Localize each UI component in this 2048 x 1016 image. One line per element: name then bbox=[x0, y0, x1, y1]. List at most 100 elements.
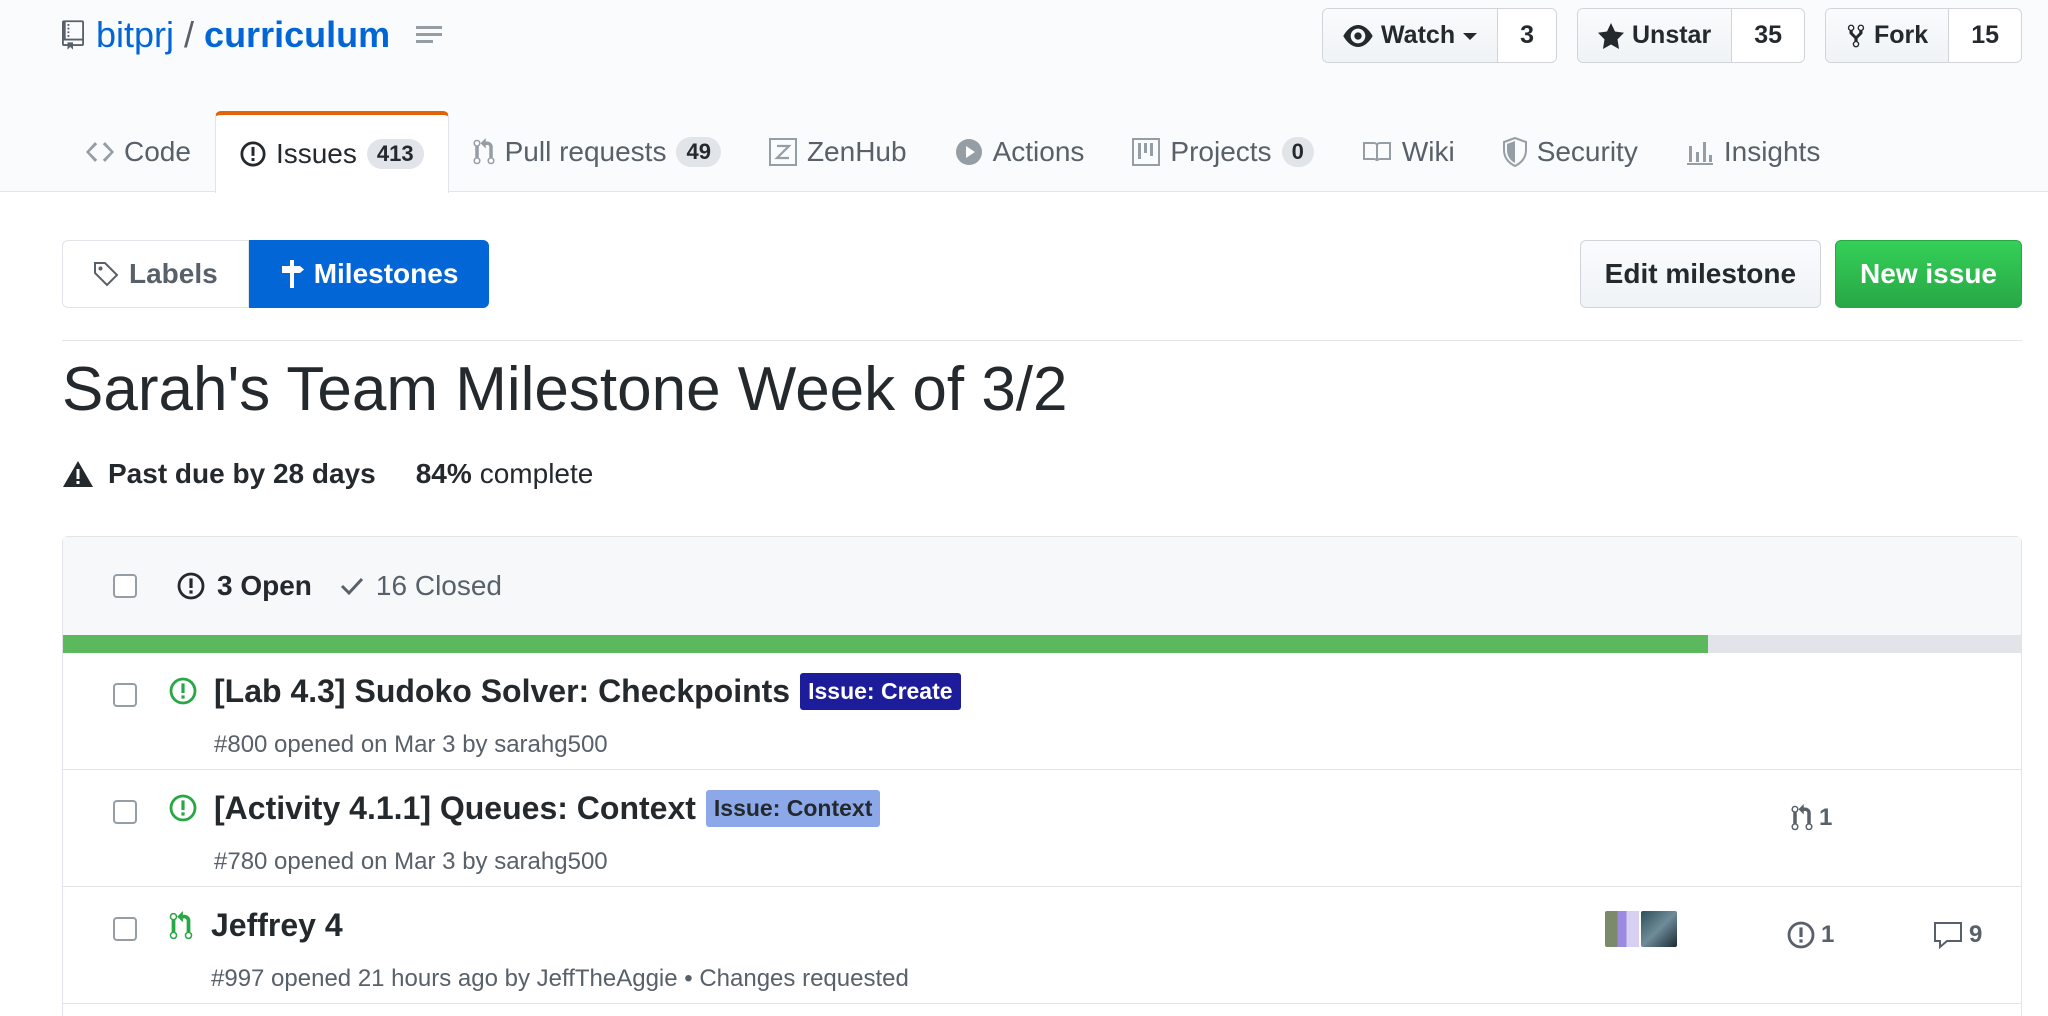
labels-milestones-subnav: Labels Milestones bbox=[62, 240, 490, 308]
pr-title-row: Jeffrey 4 bbox=[211, 907, 343, 944]
tab-actions-label: Actions bbox=[992, 136, 1085, 167]
tab-pull-requests-label: Pull requests bbox=[504, 136, 667, 167]
milestones-label: Milestones bbox=[313, 258, 459, 289]
milestone-progress-bar bbox=[63, 635, 2021, 653]
milestones-link[interactable]: Milestones bbox=[248, 240, 490, 308]
tab-security[interactable]: Security bbox=[1479, 112, 1662, 192]
tab-insights[interactable]: Insights bbox=[1662, 112, 1845, 192]
shield-icon bbox=[1502, 137, 1527, 167]
tab-security-label: Security bbox=[1536, 136, 1638, 167]
caret-down-icon bbox=[1463, 32, 1478, 40]
issue-meta: #780 opened on Mar 3 by sarahg500 bbox=[214, 848, 608, 875]
tab-zenhub[interactable]: ZenHub bbox=[745, 112, 931, 192]
play-icon bbox=[955, 139, 982, 165]
star-icon bbox=[1598, 22, 1624, 49]
graph-icon bbox=[1686, 142, 1713, 165]
star-count[interactable]: 35 bbox=[1732, 9, 1804, 62]
edit-milestone-button[interactable]: Edit milestone bbox=[1579, 240, 1822, 308]
tab-wiki-label: Wiki bbox=[1401, 136, 1455, 167]
comments-link[interactable]: 9 bbox=[1933, 921, 1982, 949]
tab-pull-requests[interactable]: Pull requests 49 bbox=[449, 112, 745, 192]
star-button-group: Unstar 35 bbox=[1577, 8, 1805, 63]
tab-actions[interactable]: Actions bbox=[931, 112, 1109, 192]
issue-checkbox[interactable] bbox=[113, 800, 137, 824]
repo-title: bitprj / curriculum bbox=[62, 14, 443, 56]
alert-icon bbox=[63, 461, 93, 487]
open-count: 3 Open bbox=[217, 570, 312, 601]
repo-owner-link[interactable]: bitprj bbox=[96, 14, 174, 56]
labels-link[interactable]: Labels bbox=[62, 240, 249, 308]
repo-header: bitprj / curriculum Watch 3 Unstar 35 Fo… bbox=[0, 0, 2048, 193]
watch-button[interactable]: Watch bbox=[1323, 9, 1499, 62]
tab-issues[interactable]: Issues 413 bbox=[214, 111, 449, 193]
tab-issues-label: Issues bbox=[275, 138, 357, 169]
issue-opened-icon bbox=[240, 141, 266, 167]
issue-title-row: [Activity 4.1.1] Queues: Context Issue: … bbox=[214, 790, 881, 827]
watch-count[interactable]: 3 bbox=[1498, 9, 1556, 62]
linked-issue-count: 1 bbox=[1821, 921, 1835, 948]
issue-row[interactable]: [Lab 4.3] Sudoko Solver: Checkpoints Iss… bbox=[63, 653, 2021, 770]
pagehead-actions: Watch 3 Unstar 35 Fork 15 bbox=[1322, 8, 2022, 63]
tab-code[interactable]: Code bbox=[62, 112, 215, 192]
fork-count[interactable]: 15 bbox=[1949, 9, 2021, 62]
issues-list: 3 Open 16 Closed [Lab 4.3] Sudoko Solver… bbox=[62, 536, 2022, 1016]
tab-wiki[interactable]: Wiki bbox=[1338, 112, 1479, 192]
pr-title-link[interactable]: Jeffrey 4 bbox=[211, 907, 343, 944]
issue-checkbox[interactable] bbox=[113, 917, 137, 941]
eye-icon bbox=[1343, 24, 1373, 47]
issue-row[interactable]: [Activity 4.1.1] Queues: Context Issue: … bbox=[63, 770, 2021, 887]
tab-zenhub-label: ZenHub bbox=[806, 136, 907, 167]
fork-button[interactable]: Fork bbox=[1826, 9, 1950, 62]
repo-name-link[interactable]: curriculum bbox=[204, 14, 390, 56]
issue-title-link[interactable]: [Activity 4.1.1] Queues: Context bbox=[214, 790, 696, 827]
issue-opened-icon bbox=[1787, 921, 1815, 949]
issue-checkbox[interactable] bbox=[113, 683, 137, 707]
closed-count: 16 Closed bbox=[375, 570, 503, 601]
repo-forked-icon bbox=[1847, 24, 1865, 47]
issue-label[interactable]: Issue: Create bbox=[800, 673, 961, 710]
issue-label[interactable]: Issue: Context bbox=[705, 790, 881, 827]
reviewer-avatars[interactable] bbox=[1603, 909, 1679, 949]
milestone-icon bbox=[281, 260, 304, 288]
tab-projects-label: Projects bbox=[1170, 136, 1272, 167]
check-icon bbox=[340, 577, 364, 596]
select-all-checkbox[interactable] bbox=[113, 574, 137, 598]
linked-pr-count: 1 bbox=[1819, 804, 1833, 831]
fork-button-group: Fork 15 bbox=[1825, 8, 2022, 63]
watch-label: Watch bbox=[1381, 21, 1456, 49]
comment-icon bbox=[1934, 922, 1962, 949]
avatar[interactable] bbox=[1603, 909, 1643, 949]
issue-opened-icon bbox=[169, 794, 197, 822]
divider bbox=[62, 340, 2022, 341]
issues-list-header: 3 Open 16 Closed bbox=[63, 537, 2021, 635]
projects-counter: 0 bbox=[1281, 137, 1314, 167]
git-pull-request-icon bbox=[1791, 804, 1813, 831]
open-issues-filter[interactable]: 3 Open bbox=[177, 570, 312, 602]
linked-issues[interactable]: 1 bbox=[1787, 921, 1834, 949]
list-menu-icon[interactable] bbox=[416, 24, 443, 46]
unstar-button[interactable]: Unstar bbox=[1578, 9, 1733, 62]
zenhub-icon bbox=[768, 138, 797, 166]
issue-opened-icon bbox=[177, 572, 205, 600]
labels-label: Labels bbox=[129, 258, 218, 289]
avatar[interactable] bbox=[1639, 909, 1679, 949]
closed-issues-filter[interactable]: 16 Closed bbox=[340, 570, 502, 602]
milestone-title: Sarah's Team Milestone Week of 3/2 bbox=[62, 355, 1068, 424]
issue-row[interactable]: Jeffrey 4 #997 opened 21 hours ago by Je… bbox=[63, 887, 2021, 1004]
book-icon bbox=[1362, 142, 1391, 162]
past-due-text: Past due by 28 days bbox=[108, 458, 376, 489]
issues-counter: 413 bbox=[366, 139, 424, 169]
milestone-meta: Past due by 28 days 84% complete bbox=[62, 458, 593, 490]
milestone-progress-fill bbox=[63, 635, 1708, 653]
issue-title-row: [Lab 4.3] Sudoko Solver: Checkpoints Iss… bbox=[214, 673, 961, 710]
linked-pull-requests[interactable]: 1 bbox=[1791, 804, 1832, 832]
issue-meta: #800 opened on Mar 3 by sarahg500 bbox=[214, 731, 608, 758]
percent-complete: 84% bbox=[415, 458, 472, 489]
issue-title-link[interactable]: [Lab 4.3] Sudoko Solver: Checkpoints bbox=[214, 673, 790, 710]
issue-opened-icon bbox=[169, 677, 197, 705]
tab-projects[interactable]: Projects 0 bbox=[1108, 112, 1337, 192]
repo-separator: / bbox=[184, 14, 195, 55]
git-pull-request-icon bbox=[169, 911, 193, 940]
repo-icon bbox=[62, 20, 84, 50]
new-issue-button[interactable]: New issue bbox=[1835, 240, 2022, 308]
